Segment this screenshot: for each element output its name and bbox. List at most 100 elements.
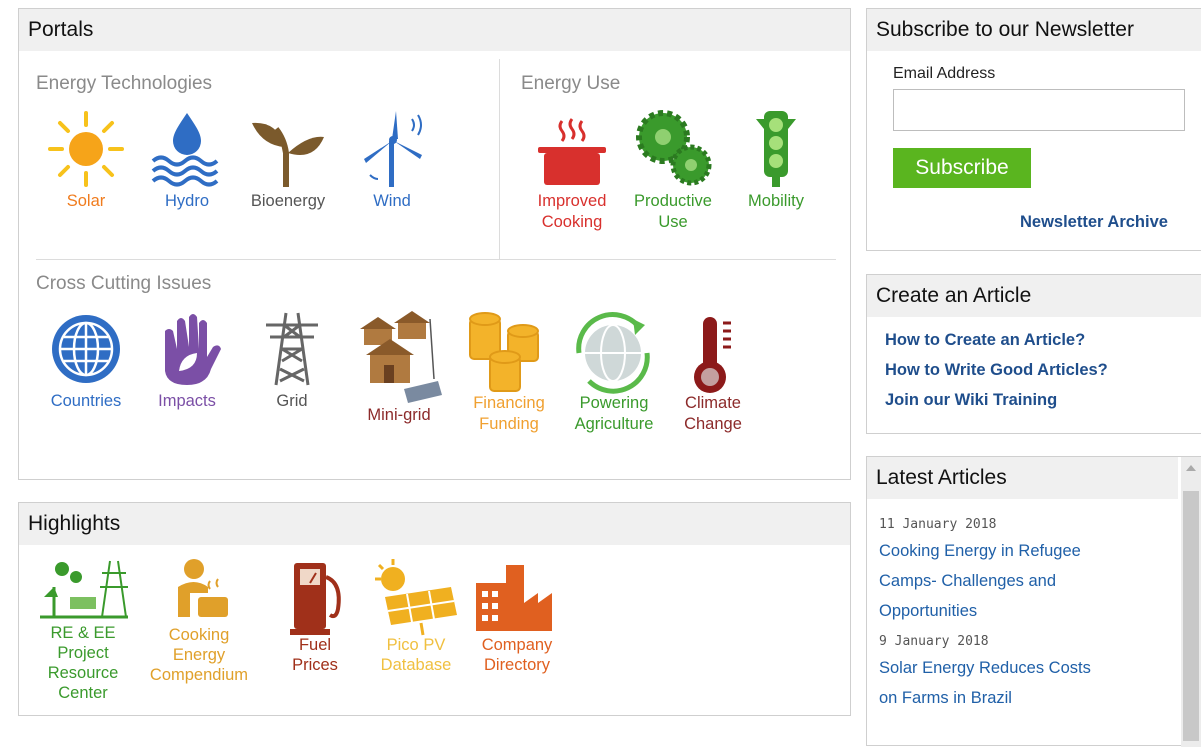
portal-label: Improved Cooking xyxy=(522,191,622,233)
label-line: Database xyxy=(380,656,452,674)
label-line: Fuel xyxy=(298,636,332,654)
highlight-label: RE & EE Project Resource Center xyxy=(33,623,133,703)
highlight-pico-pv-database[interactable]: Pico PV Database xyxy=(366,557,466,675)
label-line: Improved xyxy=(537,192,607,210)
portal-productive-use[interactable]: Productive Use xyxy=(623,109,723,233)
energy-technologies-title: Energy Technologies xyxy=(36,73,213,94)
label-line: Financing xyxy=(473,394,545,412)
portal-label: Hydro xyxy=(164,192,209,210)
article-link[interactable]: Cooking Energy in Refugee Camps- Challen… xyxy=(879,536,1175,626)
label-line: Resource xyxy=(47,664,119,682)
highlight-cooking-compendium[interactable]: Cooking Energy Compendium xyxy=(147,557,251,685)
email-field[interactable] xyxy=(893,89,1185,131)
scroll-up-arrow-icon[interactable] xyxy=(1186,465,1196,471)
globe-arrows-icon xyxy=(576,312,650,394)
plant-sprout-icon xyxy=(252,122,324,187)
newsletter-panel: Subscribe to our Newsletter Email Addres… xyxy=(866,8,1201,251)
article-line: Cooking Energy in Refugee xyxy=(879,542,1081,560)
solar-panel-sun-icon xyxy=(375,559,457,636)
label-line: Use xyxy=(658,213,688,231)
wiki-training-link[interactable]: Join our Wiki Training xyxy=(885,385,1108,415)
coins-icon xyxy=(469,312,539,392)
portal-label: Financing Funding xyxy=(459,393,559,435)
portal-mini-grid[interactable]: Mini-grid xyxy=(349,309,449,426)
wind-solar-tower-icon xyxy=(40,560,128,619)
article-link[interactable]: Solar Energy Reduces Costs on Farms in B… xyxy=(879,653,1175,713)
highlight-re-ee-center[interactable]: RE & EE Project Resource Center xyxy=(33,557,133,703)
articles-list: 11 January 2018 Cooking Energy in Refuge… xyxy=(879,517,1175,713)
subscribe-button[interactable]: Subscribe xyxy=(893,148,1031,188)
label-line: Directory xyxy=(483,656,550,674)
email-label: Email Address xyxy=(893,65,996,82)
label-line: Energy xyxy=(172,646,226,664)
portal-label: Powering Agriculture xyxy=(564,393,664,435)
portal-label: Solar xyxy=(66,192,106,210)
traffic-light-icon xyxy=(756,111,796,187)
portal-grid[interactable]: Grid xyxy=(242,309,342,412)
portal-powering-agriculture[interactable]: Powering Agriculture xyxy=(564,309,664,435)
newsletter-archive-link[interactable]: Newsletter Archive xyxy=(1020,213,1168,232)
portal-hydro[interactable]: Hydro xyxy=(137,109,237,212)
factory-icon xyxy=(476,565,552,631)
article-line: Camps- Challenges and xyxy=(879,572,1057,590)
portal-label: Productive Use xyxy=(623,191,723,233)
create-article-panel: Create an Article How to Create an Artic… xyxy=(866,274,1201,434)
label-line: Prices xyxy=(292,656,338,674)
label-line: Cooking xyxy=(168,626,230,644)
thermometer-icon xyxy=(694,317,731,393)
label-line: Center xyxy=(58,684,108,702)
portal-label: Countries xyxy=(50,392,122,410)
label-line: Change xyxy=(684,415,742,433)
label-line: Climate xyxy=(685,394,741,412)
portal-label: Mobility xyxy=(748,192,804,210)
how-to-write-link[interactable]: How to Write Good Articles? xyxy=(885,355,1108,385)
create-article-title: Create an Article xyxy=(867,275,1201,317)
sun-icon xyxy=(48,111,124,187)
portals-title: Portals xyxy=(19,9,850,51)
scrollbar[interactable] xyxy=(1181,457,1201,747)
portal-label: Impacts xyxy=(158,392,216,410)
portal-label: Bioenergy xyxy=(250,192,326,210)
fuel-pump-icon xyxy=(290,563,341,635)
portal-label: Wind xyxy=(373,192,411,210)
label-line: Company xyxy=(481,636,553,654)
highlight-fuel-prices[interactable]: Fuel Prices xyxy=(265,557,365,675)
highlight-label: Fuel Prices xyxy=(265,635,365,675)
cook-person-icon xyxy=(178,559,228,617)
divider xyxy=(499,59,500,259)
article-date: 11 January 2018 xyxy=(879,517,997,532)
portal-financing-funding[interactable]: Financing Funding xyxy=(459,309,559,435)
label-line: Cooking xyxy=(541,213,603,231)
globe-icon xyxy=(52,315,120,383)
portal-wind[interactable]: Wind xyxy=(342,109,442,212)
create-article-links: How to Create an Article? How to Write G… xyxy=(885,325,1108,415)
portal-impacts[interactable]: Impacts xyxy=(137,309,237,412)
portal-label: Grid xyxy=(276,392,308,410)
label-line: Powering xyxy=(579,394,649,412)
scrollbar-thumb[interactable] xyxy=(1183,491,1199,741)
latest-articles-title: Latest Articles xyxy=(867,457,1178,499)
cooking-pot-icon xyxy=(538,118,606,185)
portal-solar[interactable]: Solar xyxy=(36,109,136,212)
power-pylon-icon xyxy=(266,312,318,386)
cross-cutting-title: Cross Cutting Issues xyxy=(36,273,212,294)
label-line: Funding xyxy=(479,415,539,433)
portal-bioenergy[interactable]: Bioenergy xyxy=(238,109,338,212)
divider xyxy=(36,259,836,260)
article-date: 9 January 2018 xyxy=(879,634,989,649)
article-line: Opportunities xyxy=(879,602,978,620)
highlight-company-directory[interactable]: Company Directory xyxy=(467,557,567,675)
hand-leaf-icon xyxy=(165,314,221,385)
portal-climate-change[interactable]: Climate Change xyxy=(663,309,763,435)
portal-improved-cooking[interactable]: Improved Cooking xyxy=(522,109,622,233)
newsletter-title: Subscribe to our Newsletter xyxy=(867,9,1201,51)
how-to-create-link[interactable]: How to Create an Article? xyxy=(885,325,1108,355)
highlight-label: Company Directory xyxy=(467,635,567,675)
highlight-label: Cooking Energy Compendium xyxy=(147,625,251,685)
huts-solar-icon xyxy=(360,311,442,403)
portal-countries[interactable]: Countries xyxy=(36,309,136,412)
article-line: Solar Energy Reduces Costs xyxy=(879,659,1091,677)
water-drop-waves-icon xyxy=(151,113,219,187)
highlights-title: Highlights xyxy=(19,503,850,545)
portal-mobility[interactable]: Mobility xyxy=(726,109,826,212)
